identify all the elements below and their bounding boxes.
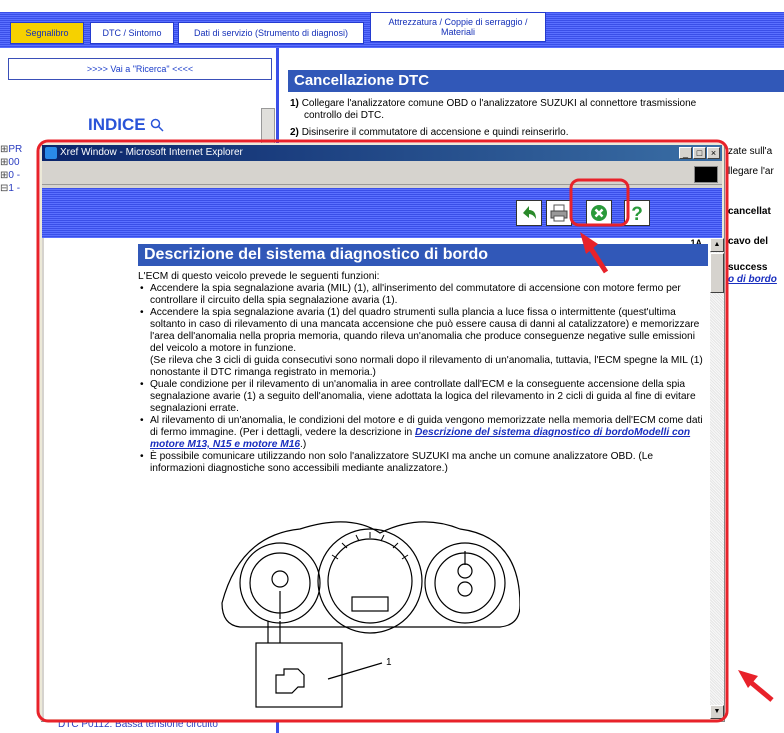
- text-fragment: cancellat: [728, 206, 771, 217]
- magnifier-icon[interactable]: [150, 118, 164, 132]
- doc-toolbar: ?: [42, 188, 722, 238]
- tree-item[interactable]: ⊞00: [0, 156, 22, 169]
- tab-dtc-sintomo[interactable]: DTC / Sintomo: [90, 22, 174, 44]
- figure-label: 1: [386, 657, 392, 668]
- list-item: È possibile comunicare utilizzando non s…: [138, 451, 706, 475]
- step-1-cont: controllo dei DTC.: [304, 110, 385, 121]
- text-fragment: success: [728, 262, 768, 273]
- print-button[interactable]: [546, 200, 572, 226]
- windows-logo-icon: [694, 166, 718, 183]
- close-doc-button[interactable]: [586, 200, 612, 226]
- ie-toolbar: [42, 163, 722, 185]
- back-arrow-icon: [523, 206, 536, 219]
- close-window-button[interactable]: ×: [707, 147, 720, 159]
- text-fragment: llegare l'ar: [728, 166, 774, 177]
- left-scrollbar[interactable]: [261, 108, 275, 148]
- index-title-label: INDICE: [88, 115, 146, 134]
- help-icon: ?: [631, 204, 643, 223]
- vertical-scrollbar[interactable]: ▲ ▼: [710, 238, 724, 719]
- list-item: Accendere la spia segnalazione avaria (1…: [138, 307, 706, 379]
- step-2: 2) Disinserire il commutatore di accensi…: [290, 127, 569, 138]
- page-title: Cancellazione DTC: [288, 70, 784, 92]
- maximize-button[interactable]: □: [693, 147, 706, 159]
- text-fragment: cavo del: [728, 236, 769, 247]
- tab-dati-servizio[interactable]: Dati di servizio (Strumento di diagnosi): [178, 22, 364, 44]
- text-fragment: zate sull'a: [728, 146, 773, 157]
- window-titlebar[interactable]: Xref Window - Microsoft Internet Explore…: [42, 145, 722, 161]
- tree-item[interactable]: ⊞PR: [0, 143, 22, 156]
- printer-icon: [550, 204, 568, 222]
- scroll-down-arrow-icon[interactable]: ▼: [710, 705, 724, 719]
- top-tab-bar: Segnalibro DTC / Sintomo Dati di servizi…: [0, 12, 784, 48]
- ie-icon: [45, 147, 57, 159]
- intro-text: L'ECM di questo veicolo prevede le segue…: [138, 271, 380, 282]
- index-tree: ⊞PR ⊞00 ⊞0 - ⊟1 -: [0, 143, 22, 195]
- section-heading: Descrizione del sistema diagnostico di b…: [138, 244, 708, 266]
- search-link[interactable]: >>>> Vai a "Ricerca" <<<<: [8, 58, 272, 80]
- back-button[interactable]: [516, 200, 542, 226]
- tab-attrezzatura[interactable]: Attrezzatura / Coppie di serraggio / Mat…: [370, 12, 546, 42]
- list-item: Quale condizione per il rilevamento di u…: [138, 379, 706, 415]
- scroll-thumb[interactable]: [710, 253, 724, 293]
- index-title: INDICE: [88, 115, 164, 135]
- minimize-button[interactable]: _: [679, 147, 692, 159]
- svg-text:?: ?: [631, 204, 643, 223]
- close-circle-icon: [591, 205, 607, 221]
- instrument-cluster-figure: 1: [221, 521, 520, 708]
- list-item: Accendere la spia segnalazione avaria (M…: [138, 283, 706, 307]
- tab-segnalibro[interactable]: Segnalibro: [10, 22, 84, 44]
- section-body: L'ECM di questo veicolo prevede le segue…: [138, 271, 706, 475]
- tree-item[interactable]: ⊟1 -: [0, 182, 22, 195]
- tree-item[interactable]: ⊞0 -: [0, 169, 22, 182]
- scroll-up-arrow-icon[interactable]: ▲: [710, 238, 724, 252]
- help-button[interactable]: ?: [624, 200, 650, 226]
- search-link-label: >>>> Vai a "Ricerca" <<<<: [86, 64, 194, 74]
- text-fragment-link[interactable]: o di bordo: [728, 274, 777, 286]
- window-title: Xref Window - Microsoft Internet Explore…: [60, 147, 243, 158]
- step-1: 1) Collegare l'analizzatore comune OBD o…: [290, 98, 697, 109]
- list-item: Al rilevamento di un'anomalia, le condiz…: [138, 415, 706, 451]
